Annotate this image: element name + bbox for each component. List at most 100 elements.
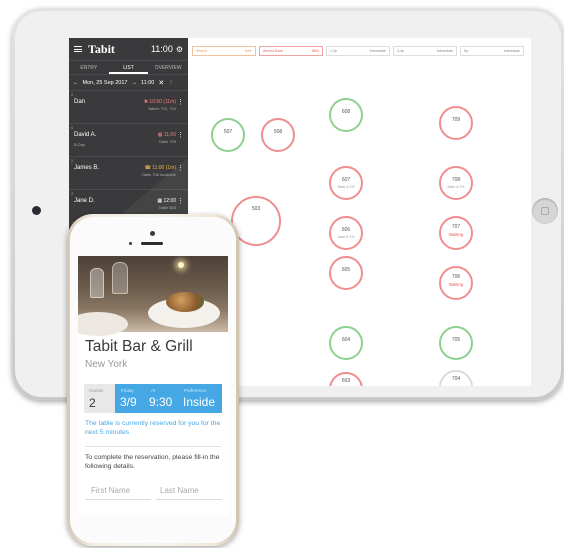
table-number: 603 [341, 378, 351, 384]
list-item[interactable]: 2 Dan ✖ 10:50 (11m) Tables 702, 704 ⋮ [69, 91, 188, 124]
table-circle[interactable]: 608 [329, 98, 363, 132]
home-icon [541, 207, 549, 215]
table-note: Jane & 2% [337, 235, 355, 239]
date-value: 3/9 [120, 395, 137, 409]
time-text: 11:00 [163, 132, 176, 138]
table-number: 508 [273, 129, 283, 135]
guests-label: Guests [89, 388, 104, 393]
date-time-label[interactable]: 11:00 [141, 80, 154, 86]
tab-list[interactable]: LIST [108, 61, 149, 74]
party-size: 2 [71, 92, 74, 97]
restaurant-photo [78, 256, 228, 336]
filter-label: 5p [464, 49, 468, 53]
first-name-underline [85, 499, 151, 500]
time-value: 9:30 [149, 395, 173, 409]
table-note: Mark & 2% [337, 185, 355, 189]
table-circle[interactable]: 507 [211, 118, 245, 152]
sidebar-tabs: ENTRY LIST OVERVIEW [69, 60, 188, 75]
first-name-field[interactable]: First Name [91, 486, 130, 495]
hamburger-menu-icon[interactable] [74, 46, 82, 52]
table-circle[interactable]: 704 [439, 370, 473, 386]
phone-sensor [129, 242, 132, 245]
party-size: 4 [71, 191, 74, 196]
gear-icon[interactable]: ⚙ [176, 45, 183, 54]
tab-entry[interactable]: ENTRY [69, 61, 109, 74]
table-circle[interactable]: 603 [329, 372, 363, 386]
filter-value: Immediate [436, 49, 453, 53]
table-assignment: Tables 702, 704 [147, 106, 176, 111]
filter-chip[interactable]: 1-2p Immediate [326, 46, 390, 56]
reservation-time: ☎ 11:00 (1m) [144, 165, 176, 171]
close-icon[interactable]: ✕ [158, 79, 164, 87]
table-number: 607 [341, 177, 351, 183]
filter-label: Almost Done [263, 49, 284, 53]
filter-chip[interactable]: Almost Done 86% [259, 46, 323, 56]
more-icon[interactable]: ⋮ [177, 198, 184, 205]
time-text: 11:00 (1m) [152, 165, 176, 171]
table-circle[interactable]: 607 Mark & 2% [329, 166, 363, 200]
table-assignment: Table 705 [158, 139, 176, 144]
table-circle[interactable]: 708 Mark & 2% [439, 166, 473, 200]
table-circle[interactable]: 706 Waiting [439, 266, 473, 300]
date-label[interactable]: Mon, 25 Sep 2017 [83, 80, 128, 86]
phone-speaker [141, 242, 163, 245]
filter-chip[interactable]: Search 84% [192, 46, 256, 56]
filter-value: Immediate [369, 49, 386, 53]
time-label: At [151, 388, 156, 393]
table-circle[interactable]: 606 Jane & 2% [329, 216, 363, 250]
party-size: 6 [71, 125, 74, 130]
tablet-home-button[interactable] [532, 198, 558, 224]
last-name-underline [156, 499, 222, 500]
table-circle[interactable]: 707 Waiting [439, 216, 473, 250]
table-circle[interactable]: 508 [261, 118, 295, 152]
restaurant-name: Tabit Bar & Grill [85, 338, 193, 355]
time-text: 12:00 [163, 198, 176, 204]
table-number: 704 [451, 376, 461, 382]
table-circle[interactable]: 605 [329, 256, 363, 290]
reservation-summary[interactable]: Guests 2 Friday 3/9 At 9:30 Preference I… [84, 384, 222, 413]
phone-front-camera [150, 231, 155, 236]
tab-overview[interactable]: OVERVIEW [148, 61, 188, 74]
table-number: 507 [223, 129, 233, 135]
filter-bar: Search 84% Almost Done 86% 1-2p Immediate 3… [192, 46, 524, 56]
wine-glass-icon [112, 262, 128, 294]
more-icon[interactable]: ⋮ [168, 80, 174, 86]
table-circle[interactable]: 705 [439, 326, 473, 360]
phone-screen: Tabit Bar & Grill New York Guests 2 Frid… [78, 256, 228, 515]
sidebar-header: Tabit 11:00 ⚙ [69, 38, 188, 60]
table-number: 604 [341, 337, 351, 343]
table-number: 608 [341, 109, 351, 115]
clock: 11:00 [150, 44, 173, 54]
filter-chip[interactable]: 3-4p Immediate [393, 46, 457, 56]
table-circle[interactable]: 709 [439, 106, 473, 140]
reservation-details-box[interactable]: Friday 3/9 At 9:30 Preference Inside [115, 384, 222, 413]
arrow-left-icon[interactable]: ← [73, 80, 79, 86]
party-size: 2 [71, 158, 74, 163]
filter-value: 84% [244, 49, 252, 53]
lamp-icon [178, 262, 184, 268]
filter-label: 3-4p [397, 49, 405, 53]
list-item[interactable]: 2 James B. ☎ 11:00 (1m) Table 706 Availa… [69, 157, 188, 190]
filter-chip[interactable]: 5p Immediate [460, 46, 524, 56]
table-number: 605 [341, 267, 351, 273]
more-icon[interactable]: ⋮ [177, 165, 184, 172]
day-label: Friday [121, 388, 134, 393]
restaurant-city: New York [85, 359, 128, 370]
reservation-time: ▦ 11:00 [157, 132, 176, 138]
more-icon[interactable]: ⋮ [177, 132, 184, 139]
arrow-right-icon[interactable]: → [131, 80, 137, 86]
reservation-time: ▦ 12:00 [157, 198, 176, 204]
list-item[interactable]: 6 David A. B-Day ▦ 11:00 Table 705 ⋮ [69, 124, 188, 157]
guests-box[interactable]: Guests 2 [84, 384, 115, 413]
food-icon [166, 292, 204, 312]
table-number: 709 [451, 117, 461, 123]
tablet-camera [32, 206, 41, 215]
table-number: 707 [451, 224, 461, 230]
last-name-field[interactable]: Last Name [160, 486, 199, 495]
guests-value: 2 [89, 396, 96, 410]
reserved-notice: The table is currently reserved for you … [85, 420, 221, 436]
app-brand: Tabit [88, 41, 115, 56]
table-assignment: Table 505 [158, 205, 176, 210]
more-icon[interactable]: ⋮ [177, 99, 184, 106]
table-circle[interactable]: 604 [329, 326, 363, 360]
